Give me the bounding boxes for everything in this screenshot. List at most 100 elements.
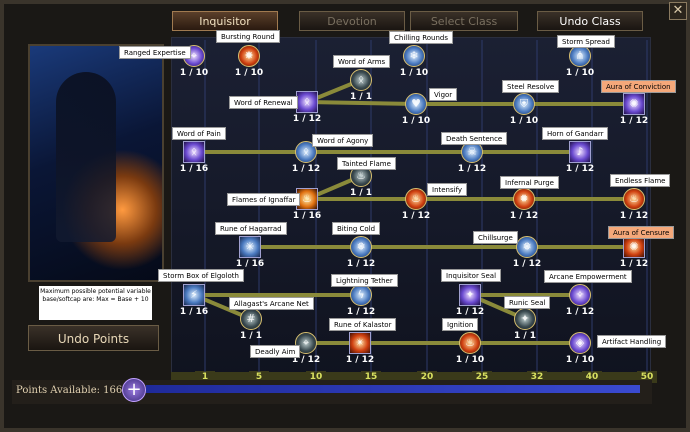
- endless-flame-skill-node[interactable]: ♨: [623, 188, 645, 210]
- frost-bullet-icon: ❄: [409, 49, 419, 62]
- skull-icon: ☠: [467, 145, 477, 158]
- vigor-skill-node[interactable]: ♥: [405, 93, 427, 115]
- word-of-arms-skill-node[interactable]: ᛟ: [350, 69, 372, 91]
- aura-of-conviction-level: 1 / 12: [619, 116, 649, 126]
- aura-icon: ✺: [629, 97, 639, 110]
- word-of-pain-skill-node[interactable]: ᛟ: [183, 141, 205, 163]
- allagasts-arcane-net-level: 1 / 1: [239, 331, 263, 341]
- frost-icon: ❅: [356, 240, 366, 253]
- seal-icon: ✦: [520, 312, 530, 325]
- artifact-handling-level: 1 / 10: [565, 355, 595, 365]
- horn-of-gandarr-level: 1 / 12: [565, 164, 595, 174]
- deadly-aim-label: Deadly Aim: [250, 345, 301, 358]
- explosion-icon: ✸: [244, 49, 254, 62]
- flame-icon: ♨: [465, 336, 475, 349]
- rune-icon: ᛟ: [302, 145, 310, 158]
- word-of-arms-level: 1 / 1: [349, 92, 373, 102]
- arcane-empowerment-skill-node[interactable]: ✧: [569, 284, 591, 306]
- bursting-round-level: 1 / 10: [234, 68, 264, 78]
- spread-shot-icon: ⋔: [575, 49, 585, 62]
- allagasts-arcane-net-label: Allagast's Arcane Net: [229, 297, 314, 310]
- word-of-arms-label: Word of Arms: [333, 55, 391, 68]
- endless-flame-level: 1 / 12: [619, 211, 649, 221]
- rune-of-hagarrad-skill-node[interactable]: ✳: [239, 236, 261, 258]
- storm-box-icon: ⚡: [190, 288, 198, 301]
- lightning-tether-level: 1 / 12: [346, 307, 376, 317]
- flames-of-ignaffar-level: 1 / 16: [292, 211, 322, 221]
- intensify-skill-node[interactable]: ♨: [405, 188, 427, 210]
- intensify-level: 1 / 12: [401, 211, 431, 221]
- runic-seal-skill-node[interactable]: ✦: [514, 308, 536, 330]
- word-of-agony-label: Word of Agony: [312, 134, 374, 147]
- word-of-pain-level: 1 / 16: [179, 164, 209, 174]
- chilling-rounds-skill-node[interactable]: ❄: [403, 45, 425, 67]
- biting-cold-skill-node[interactable]: ❅: [350, 236, 372, 258]
- word-of-renewal-skill-node[interactable]: ᛟ: [296, 91, 318, 113]
- storm-box-of-elgoloth-level: 1 / 16: [179, 307, 209, 317]
- ignition-skill-node[interactable]: ♨: [459, 332, 481, 354]
- death-sentence-level: 1 / 12: [457, 164, 487, 174]
- word-of-renewal-label: Word of Renewal: [229, 96, 298, 109]
- aura-of-conviction-skill-node[interactable]: ✺: [623, 93, 645, 115]
- ranged-expertise-label: Ranged Expertise: [119, 46, 191, 59]
- rune-of-kalastor-level: 1 / 12: [345, 355, 375, 365]
- storm-spread-label: Storm Spread: [557, 35, 615, 48]
- artifact-handling-skill-node[interactable]: ◈: [569, 332, 591, 354]
- rune-icon: ᛟ: [303, 95, 311, 108]
- tainted-flame-label: Tainted Flame: [337, 157, 396, 170]
- flame-icon: ♨: [411, 192, 421, 205]
- crosshair-icon: ⌖: [190, 49, 198, 62]
- storm-box-of-elgoloth-skill-node[interactable]: ⚡: [183, 284, 205, 306]
- inquisitor-seal-level: 1 / 12: [455, 307, 485, 317]
- biting-cold-label: Biting Cold: [332, 222, 381, 235]
- aura-of-censure-label: Aura of Censure: [608, 226, 675, 239]
- steel-resolve-skill-node[interactable]: ⛨: [513, 93, 535, 115]
- infernal-purge-level: 1 / 12: [509, 211, 539, 221]
- flames-of-ignaffar-label: Flames of Ignaffar: [227, 193, 301, 206]
- death-sentence-label: Death Sentence: [441, 132, 508, 145]
- runic-seal-level: 1 / 1: [513, 331, 537, 341]
- storm-spread-level: 1 / 10: [565, 68, 595, 78]
- horn-of-gandarr-skill-node[interactable]: ♪: [569, 141, 591, 163]
- intensify-label: Intensify: [427, 183, 468, 196]
- rune-of-kalastor-label: Rune of Kalastor: [329, 318, 397, 331]
- shield-icon: ⛨: [519, 97, 529, 110]
- word-of-agony-level: 1 / 12: [291, 164, 321, 174]
- chillsurge-skill-node[interactable]: ❅: [516, 236, 538, 258]
- lightning-tether-label: Lightning Tether: [331, 274, 398, 287]
- rune-of-kalastor-skill-node[interactable]: ✴: [349, 332, 371, 354]
- rune-of-hagarrad-label: Rune of Hagarrad: [215, 222, 287, 235]
- horn-icon: ♪: [576, 145, 584, 158]
- chilling-rounds-level: 1 / 10: [399, 68, 429, 78]
- chillsurge-level: 1 / 12: [512, 259, 542, 269]
- fire-rune-icon: ✴: [355, 336, 365, 349]
- word-of-pain-label: Word of Pain: [172, 127, 226, 140]
- inquisitor-seal-skill-node[interactable]: ✦: [459, 284, 481, 306]
- seal-icon: ✦: [465, 288, 475, 301]
- aura-of-censure-level: 1 / 12: [619, 259, 649, 269]
- bursting-round-skill-node[interactable]: ✸: [238, 45, 260, 67]
- infernal-purge-label: Infernal Purge: [500, 176, 559, 189]
- arcane-empowerment-label: Arcane Empowerment: [544, 270, 632, 283]
- vigor-label: Vigor: [429, 88, 458, 101]
- storm-box-of-elgoloth-label: Storm Box of Elgoloth: [158, 269, 244, 282]
- steel-resolve-level: 1 / 10: [509, 116, 539, 126]
- word-of-renewal-level: 1 / 12: [292, 114, 322, 124]
- infernal-purge-skill-node[interactable]: ✹: [513, 188, 535, 210]
- ignition-label: Ignition: [442, 318, 479, 331]
- chillsurge-label: Chillsurge: [473, 231, 518, 244]
- allagasts-arcane-net-skill-node[interactable]: #: [240, 308, 262, 330]
- frost-icon: ❅: [522, 240, 532, 253]
- arcane-icon: ✧: [575, 288, 585, 301]
- crosshair-icon: ⌖: [302, 336, 310, 349]
- aura-icon: ✺: [629, 240, 639, 253]
- arcane-empowerment-level: 1 / 12: [565, 307, 595, 317]
- rune-icon: ᛟ: [190, 145, 198, 158]
- vigor-level: 1 / 10: [401, 116, 431, 126]
- net-icon: #: [246, 312, 256, 325]
- flame-icon: ♨: [629, 192, 639, 205]
- ranged-expertise-level: 1 / 10: [179, 68, 209, 78]
- flame-icon: ♨: [302, 192, 312, 205]
- heart-icon: ♥: [411, 97, 421, 110]
- lightning-icon: ϟ: [357, 288, 365, 301]
